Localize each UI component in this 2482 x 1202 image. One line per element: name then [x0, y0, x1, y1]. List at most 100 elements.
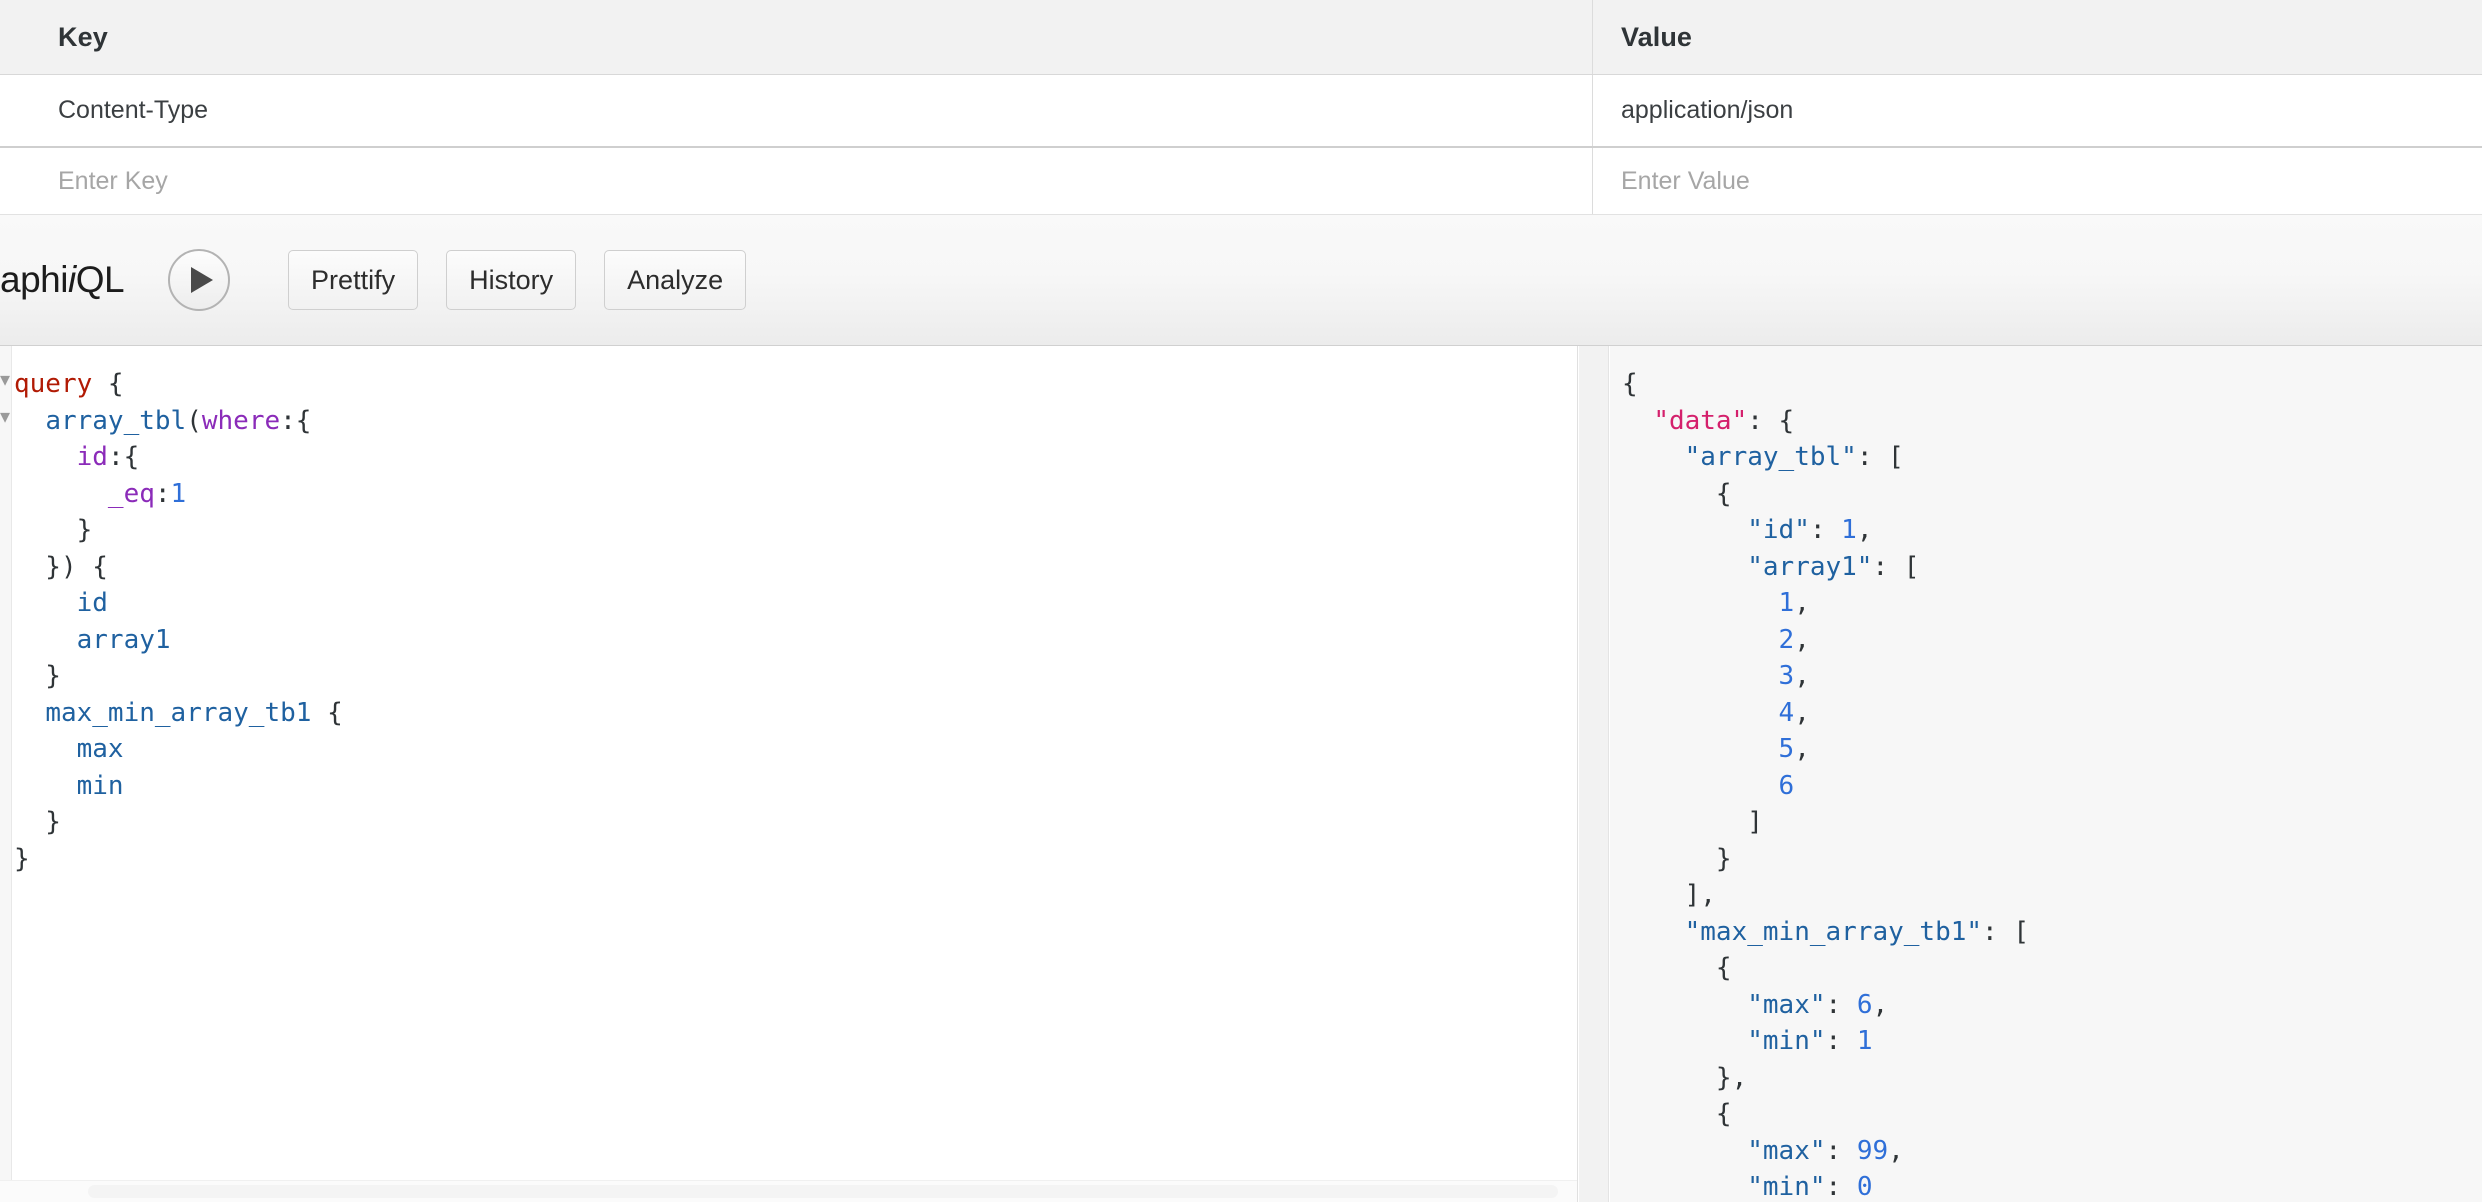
- code-token: min: [76, 770, 124, 801]
- code-token: "min": [1747, 1026, 1826, 1056]
- headers-table-header-row: Key Value: [0, 0, 2482, 75]
- graphiql-logo-i: i: [67, 259, 76, 300]
- code-token: max_min_array_tb1: [45, 697, 312, 728]
- result-viewer-pane[interactable]: { "data": { "array_tbl": [ { "id": 1, "a…: [1610, 346, 2482, 1202]
- code-token: ],: [1622, 880, 1716, 910]
- code-line: {: [1622, 950, 2029, 987]
- code-line: ]: [1622, 804, 2029, 841]
- table-row-new[interactable]: Enter Key Enter Value: [0, 148, 2482, 215]
- code-token: {: [92, 369, 124, 399]
- query-editor-hscroll-thumb[interactable]: [88, 1185, 1558, 1198]
- code-token: where: [201, 405, 281, 436]
- code-token: 0: [1856, 1172, 1873, 1202]
- code-line: id:{: [14, 439, 343, 476]
- code-line: }: [14, 512, 343, 549]
- history-button[interactable]: History: [446, 250, 577, 310]
- code-token: _eq: [107, 478, 155, 509]
- code-line: }) {: [14, 549, 343, 586]
- code-line: }: [14, 658, 343, 695]
- code-line: }: [14, 841, 343, 878]
- code-token: "max": [1747, 989, 1826, 1020]
- code-token: array1: [76, 624, 171, 655]
- graphiql-logo: aphiiQL: [0, 259, 125, 301]
- graphiql-toolbar: aphiiQL Prettify History Analyze: [0, 215, 2482, 346]
- column-header-value: Value: [1621, 21, 1693, 52]
- code-token: {: [1622, 369, 1638, 399]
- code-line: "data": {: [1622, 403, 2029, 440]
- execute-query-button[interactable]: [168, 249, 231, 311]
- code-token: }: [14, 807, 61, 837]
- code-line: {: [1622, 1096, 2029, 1133]
- code-token: 4: [1778, 697, 1795, 728]
- code-line: max_min_array_tb1 {: [14, 695, 343, 732]
- code-token: "max_min_array_tb1": [1684, 916, 1983, 947]
- query-editor-pane[interactable]: ▾ ▾ query { array_tbl(where:{ id:{ _eq:1…: [0, 346, 1578, 1202]
- header-value-cell[interactable]: application/json: [1593, 75, 2482, 146]
- code-line: "min": 1: [1622, 1023, 2029, 1060]
- code-token: ,: [1856, 515, 1873, 545]
- query-editor-hscrollbar[interactable]: [0, 1180, 1577, 1202]
- new-header-value-cell[interactable]: Enter Value: [1593, 148, 2482, 214]
- code-line: 2,: [1622, 622, 2029, 659]
- graphiql-logo-suffix: QL: [75, 259, 125, 300]
- code-token: :: [1825, 1026, 1857, 1056]
- code-token: }: [14, 661, 61, 691]
- code-line: max: [14, 731, 343, 768]
- code-line: array_tbl(where:{: [14, 403, 343, 440]
- code-token: :: [1809, 515, 1842, 545]
- pane-divider[interactable]: [1579, 346, 1609, 1202]
- code-line: "max": 6,: [1622, 987, 2029, 1024]
- code-token: 1: [1778, 588, 1795, 618]
- prettify-button[interactable]: Prettify: [288, 250, 419, 310]
- fold-arrow-icon[interactable]: ▾: [0, 407, 10, 427]
- code-line: "max": 99,: [1622, 1133, 2029, 1170]
- code-token: 3: [1778, 661, 1795, 691]
- code-token: "max": [1747, 1135, 1826, 1166]
- code-token: "array1": [1747, 551, 1873, 582]
- new-header-key-cell[interactable]: Enter Key: [0, 148, 1593, 214]
- graphiql-logo-text: aphi: [0, 259, 68, 300]
- code-token: :: [1825, 1135, 1857, 1166]
- code-token: }: [1622, 843, 1732, 874]
- code-line: query {: [14, 366, 343, 403]
- code-token: ]: [1622, 807, 1763, 837]
- table-row[interactable]: Content-Type application/json: [0, 75, 2482, 148]
- code-token: 1: [170, 478, 187, 509]
- new-header-key-input[interactable]: Enter Key: [58, 167, 168, 196]
- header-key-cell[interactable]: Content-Type: [0, 75, 1593, 146]
- column-header-value-cell: Value: [1593, 0, 2482, 74]
- column-header-key: Key: [58, 21, 108, 52]
- code-token: 99: [1856, 1135, 1889, 1166]
- code-token: ,: [1794, 588, 1810, 618]
- code-line: 1,: [1622, 585, 2029, 622]
- new-header-value-input[interactable]: Enter Value: [1621, 167, 1750, 196]
- code-line: "array_tbl": [: [1622, 439, 2029, 476]
- code-token: ,: [1888, 1135, 1904, 1166]
- fold-arrow-icon[interactable]: ▾: [0, 370, 10, 390]
- header-value-text: application/json: [1621, 96, 1794, 124]
- query-editor-code[interactable]: query { array_tbl(where:{ id:{ _eq:1 } }…: [14, 366, 343, 877]
- code-token: 6: [1778, 770, 1795, 801]
- analyze-button[interactable]: Analyze: [604, 250, 747, 310]
- code-line: 3,: [1622, 658, 2029, 695]
- editor-gutter[interactable]: ▾ ▾: [0, 346, 12, 1202]
- code-token: 2: [1778, 624, 1795, 655]
- code-token: {: [311, 697, 343, 728]
- code-token: ,: [1794, 661, 1810, 691]
- code-line: _eq:1: [14, 476, 343, 513]
- code-line: 5,: [1622, 731, 2029, 768]
- code-token: "min": [1747, 1172, 1826, 1202]
